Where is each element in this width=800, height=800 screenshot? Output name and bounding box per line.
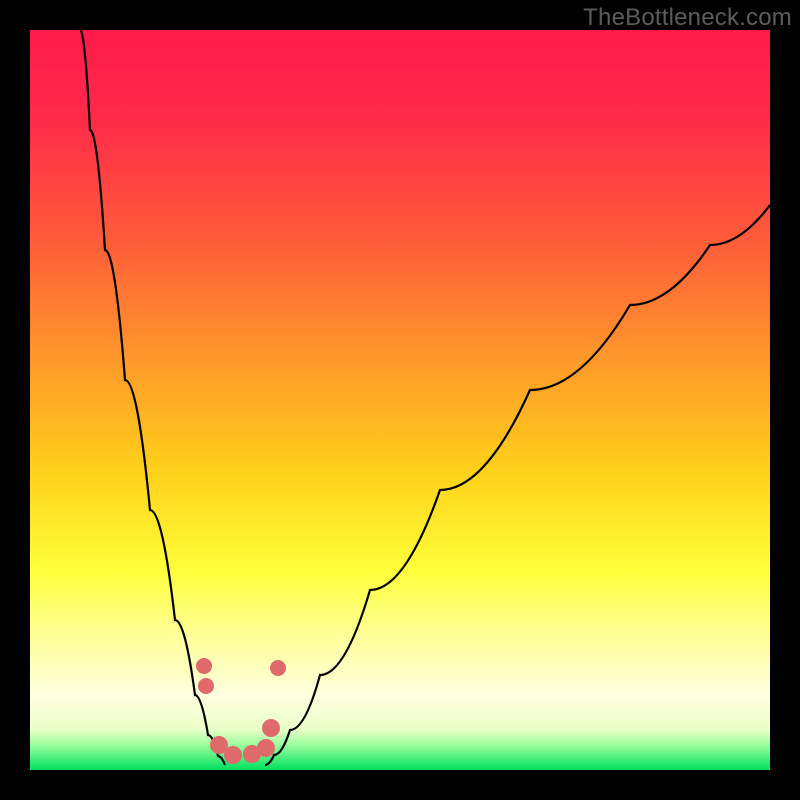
- chart-frame: [30, 30, 770, 770]
- data-marker: [224, 746, 242, 764]
- watermark-label: TheBottleneck.com: [583, 4, 792, 32]
- data-marker: [198, 678, 214, 694]
- curve-right: [265, 205, 770, 765]
- data-markers: [196, 658, 286, 764]
- data-marker: [262, 719, 280, 737]
- data-marker: [270, 660, 286, 676]
- data-marker: [257, 739, 275, 757]
- curve-left: [80, 30, 225, 765]
- data-marker: [196, 658, 212, 674]
- bottleneck-curve: [30, 30, 770, 770]
